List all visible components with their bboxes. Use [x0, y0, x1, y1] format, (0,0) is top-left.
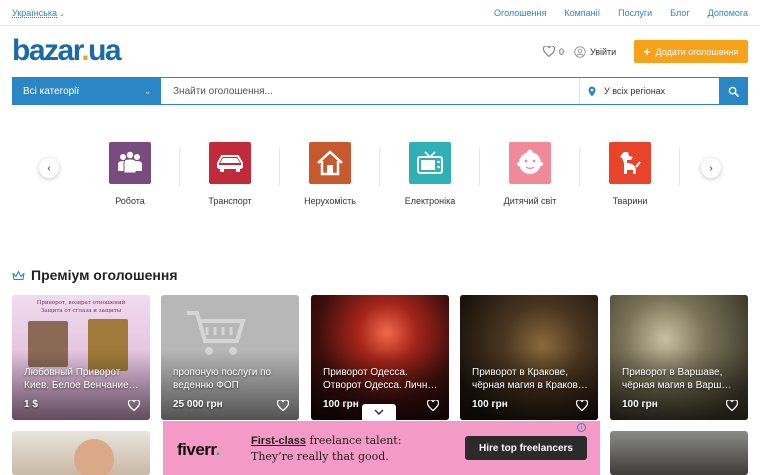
logo-tld: ua [88, 34, 122, 67]
category-item-electronics[interactable]: Електроніка [380, 138, 480, 206]
ad-card-peek[interactable] [610, 431, 748, 475]
premium-ad-card[interactable]: пропоную послуги по веденню ФОП 25 000 г… [161, 295, 299, 420]
heart-icon[interactable] [128, 400, 140, 411]
chevron-down-icon: ⌄ [144, 86, 151, 96]
category-item-animals[interactable]: Тварини [580, 138, 680, 206]
favorites-link[interactable]: 0 [543, 46, 564, 57]
category-select-label: Всі категорії [23, 85, 80, 97]
premium-ad-card[interactable]: Приворот в Кракове, чёрная магия в Крако… [460, 295, 598, 420]
ad-image-caption-line: Защита от сглаза и защиты [40, 308, 122, 314]
category-label: Дитячий світ [503, 196, 557, 206]
card-title: пропоную послуги по веденню ФОП [173, 367, 272, 391]
card-title: Приворот Одесса. Отворот Одесса. Личн… [323, 367, 438, 391]
chevron-down-icon [374, 409, 384, 415]
ad-image-face [74, 439, 114, 475]
heart-icon[interactable] [277, 400, 289, 411]
ad-image-caption-line: Приворот, возврат отношений [36, 300, 126, 306]
card-price: 100 грн [323, 399, 359, 410]
category-item-kids[interactable]: Дитячий світ [480, 138, 580, 206]
search-bar: Всі категорії ⌄ У всіх регіонах [12, 77, 748, 105]
category-item-transport[interactable]: Транспорт [180, 138, 280, 206]
card-title: Приворот в Варшаве, чёрная магия в Варш… [622, 367, 732, 391]
fiverr-logo: fiverr. [177, 440, 220, 460]
top-bar: Українська ⌄ Оголошення Компанії Послуги … [0, 0, 760, 26]
nav-link-ads[interactable]: Оголошення [494, 8, 546, 18]
add-ad-button[interactable]: + Додати оголошення [634, 40, 748, 63]
nav-link-companies[interactable]: Компанії [564, 8, 600, 18]
add-ad-label: Додати оголошення [655, 46, 739, 57]
hire-freelancers-button[interactable]: Hire top freelancers [465, 436, 587, 460]
divider [679, 148, 680, 186]
ad-info-icon[interactable]: i [577, 423, 586, 432]
card-title: Приворот в Кракове, чёрная магия в Крако… [472, 367, 588, 391]
chevron-right-icon: › [709, 162, 713, 174]
premium-ad-card[interactable]: Приворот Одесса. Отворот Одесса. Личн… 1… [311, 295, 449, 420]
site-logo[interactable]: bazar.ua [12, 34, 122, 68]
chevron-left-icon: ‹ [47, 162, 51, 174]
nav-link-services[interactable]: Послуги [618, 8, 652, 18]
heart-icon[interactable] [726, 400, 738, 411]
baby-icon [509, 142, 551, 184]
category-carousel: ‹ Робота Транспорт Нерухомість Електроні… [0, 138, 760, 213]
top-nav: Оголошення Компанії Послуги Блог Допомог… [494, 8, 748, 18]
premium-section-title: Преміум оголошення [12, 267, 178, 283]
ad-subline: They’re really that good. [251, 450, 389, 463]
user-icon [574, 46, 586, 58]
category-label: Транспорт [208, 196, 252, 206]
car-icon [209, 142, 251, 184]
premium-ad-card[interactable]: Приворот в Варшаве, чёрная магия в Варш…… [610, 295, 748, 420]
category-label: Тварини [612, 196, 648, 206]
category-label: Робота [115, 196, 145, 206]
house-icon [309, 142, 351, 184]
carousel-next-button[interactable]: › [701, 158, 721, 178]
nav-link-help[interactable]: Допомога [708, 8, 748, 18]
region-select[interactable]: У всіх регіонах [579, 78, 719, 104]
logo-main: bazar [12, 34, 83, 67]
workers-icon [109, 142, 151, 184]
language-selector[interactable]: Українська ⌄ [12, 8, 65, 18]
carousel-prev-button[interactable]: ‹ [39, 158, 59, 178]
heart-icon[interactable] [576, 400, 588, 411]
search-icon [728, 86, 739, 97]
search-button[interactable] [719, 78, 747, 104]
search-input[interactable] [161, 78, 579, 104]
plus-icon: + [643, 44, 651, 59]
premium-title-text: Преміум оголошення [31, 267, 178, 283]
category-label: Нерухомість [304, 196, 356, 206]
login-label: Увійти [590, 47, 617, 57]
tv-icon [409, 142, 451, 184]
card-title: Любовный Приворот Киев. Белое Венчание… [24, 367, 139, 391]
card-price: 25 000 грн [173, 399, 223, 410]
location-pin-icon [588, 86, 596, 96]
ad-banner[interactable]: fiverr. First-class freelance talent: Th… [163, 421, 600, 475]
card-price: 100 грн [472, 399, 508, 410]
nav-link-blog[interactable]: Блог [670, 8, 689, 18]
category-select[interactable]: Всі категорії ⌄ [13, 78, 161, 104]
ad-card-peek[interactable] [12, 431, 150, 475]
fiverr-logo-text: fiverr [177, 440, 216, 459]
ad-headline-rest: freelance talent: [306, 434, 402, 447]
heart-icon [543, 46, 555, 57]
fiverr-logo-dot: . [215, 440, 221, 459]
ad-headline: First-class freelance talent: [251, 434, 401, 447]
ad-image-caption: Приворот, возврат отношений Защита от сг… [12, 299, 150, 315]
category-item-work[interactable]: Робота [80, 138, 180, 206]
chevron-down-icon: ⌄ [59, 11, 65, 18]
crown-icon [12, 270, 25, 280]
region-label: У всіх регіонах [604, 86, 666, 96]
category-label: Електроніка [404, 196, 456, 206]
category-item-realty[interactable]: Нерухомість [280, 138, 380, 206]
login-link[interactable]: Увійти [574, 46, 616, 58]
card-price: 1 $ [24, 399, 38, 410]
favorites-count: 0 [559, 46, 565, 57]
heart-icon[interactable] [427, 400, 439, 411]
ad-collapse-button[interactable] [362, 404, 396, 420]
premium-ad-card[interactable]: Приворот, возврат отношений Защита от сг… [12, 295, 150, 420]
ad-headline-emphasis: First-class [251, 435, 307, 447]
card-price: 100 грн [622, 399, 658, 410]
language-label: Українська [12, 8, 58, 18]
dog-icon [609, 142, 651, 184]
